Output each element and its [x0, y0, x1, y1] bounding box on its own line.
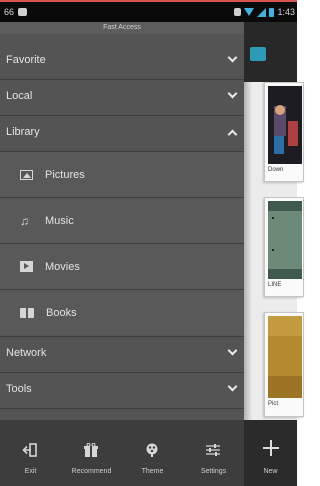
music-icon: ♫: [20, 213, 29, 228]
folder-thumbnail[interactable]: LINE: [264, 197, 304, 297]
new-label: New: [263, 468, 278, 475]
category-local[interactable]: Local: [0, 81, 244, 111]
recommend-button[interactable]: Recommend: [61, 420, 122, 486]
folder-label: LINE: [268, 282, 282, 288]
folder-thumbnail[interactable]: Pict: [264, 312, 304, 417]
alarm-icon: [234, 8, 242, 16]
library-item-pictures[interactable]: Pictures: [0, 152, 244, 197]
chevron-up-icon: [227, 129, 238, 140]
theme-label: Theme: [141, 468, 164, 475]
folder-label: Pict: [268, 401, 279, 407]
library-item-movies[interactable]: Movies: [0, 244, 244, 289]
recommend-label: Recommend: [71, 468, 112, 475]
category-label: Local: [6, 90, 33, 102]
library-item-books[interactable]: Books: [0, 290, 244, 335]
new-button[interactable]: New: [244, 420, 297, 486]
book-icon: [20, 307, 34, 318]
battery-icon: [269, 7, 275, 17]
gift-icon: [84, 443, 98, 457]
folder-preview-image: [268, 316, 302, 398]
settings-button[interactable]: Settings: [183, 420, 244, 486]
fast-access-drawer: Fast Access Favorite Local Library Pictu…: [0, 22, 244, 486]
folder-label: Down: [268, 167, 284, 173]
file-browser-pane: Down LINE Pict New: [244, 22, 304, 486]
status-notification-count: 66: [4, 7, 15, 17]
movie-icon: [20, 261, 33, 272]
exit-label: Exit: [24, 468, 37, 475]
status-time: 1:43: [277, 7, 295, 17]
library-item-label: Movies: [45, 260, 80, 273]
exit-icon: [22, 443, 37, 457]
palette-icon: [146, 443, 158, 457]
window-tab-icon[interactable]: [250, 47, 266, 61]
chevron-down-icon: [227, 345, 238, 356]
bottom-toolbar: Exit Recommend Theme Settings: [0, 420, 244, 486]
sliders-icon: [206, 444, 220, 456]
wifi-icon: [244, 8, 255, 16]
settings-label: Settings: [200, 468, 227, 475]
plus-icon: [263, 440, 279, 456]
signal-icon: [257, 7, 267, 17]
library-item-music[interactable]: ♫ Music: [0, 198, 244, 243]
folder-preview-image: [268, 201, 302, 279]
exit-button[interactable]: Exit: [0, 420, 61, 486]
category-label: Network: [6, 347, 47, 359]
status-bar: 66 1:43: [0, 2, 297, 22]
chevron-down-icon: [227, 381, 238, 392]
pane-header: [244, 22, 297, 82]
drawer-title: Fast Access: [0, 22, 244, 34]
folder-preview-image: [268, 86, 302, 164]
picture-icon: [20, 169, 33, 180]
folder-thumbnail[interactable]: Down: [264, 82, 304, 182]
category-label: Favorite: [6, 54, 46, 66]
notification-icon: [18, 8, 28, 16]
category-label: Library: [6, 126, 40, 138]
category-network[interactable]: Network: [0, 338, 244, 368]
theme-button[interactable]: Theme: [122, 420, 183, 486]
category-tools[interactable]: Tools: [0, 374, 244, 404]
library-item-label: Music: [45, 214, 74, 227]
chevron-down-icon: [227, 88, 238, 99]
category-label: Tools: [6, 383, 32, 395]
library-item-label: Books: [46, 306, 77, 319]
library-item-label: Pictures: [45, 168, 85, 181]
chevron-down-icon: [227, 52, 238, 63]
category-library[interactable]: Library: [0, 117, 244, 147]
category-favorite[interactable]: Favorite: [0, 45, 244, 75]
